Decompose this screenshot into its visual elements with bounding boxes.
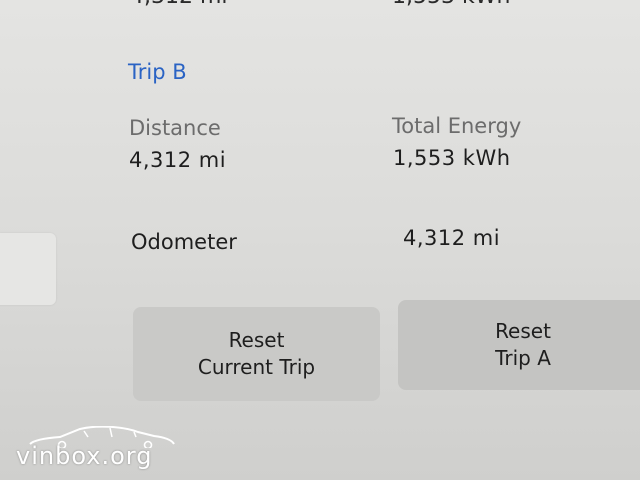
total-energy-value: 1,553 kWh (393, 146, 511, 170)
distance-value: 4,312 mi (129, 148, 227, 172)
previous-energy-value: 1,553 kWh (392, 0, 510, 9)
side-panel (0, 233, 56, 305)
previous-distance-value: 4,312 mi (130, 0, 228, 9)
reset-trip-a-label-line1: Reset (495, 319, 551, 343)
total-energy-label: Total Energy (392, 114, 522, 138)
odometer-value: 4,312 mi (403, 226, 501, 250)
reset-trip-a-label-line2: Trip A (495, 346, 551, 370)
odometer-label: Odometer (131, 230, 237, 254)
trip-b-title: Trip B (128, 60, 187, 84)
reset-current-trip-button[interactable]: Reset Current Trip (133, 307, 380, 401)
reset-trip-a-button[interactable]: Reset Trip A (398, 300, 640, 390)
distance-label: Distance (129, 116, 221, 140)
reset-current-trip-label-line2: Current Trip (197, 355, 316, 379)
watermark: vinbox.org (16, 426, 175, 474)
trip-screen: 4,312 mi 1,553 kWh Trip B Distance 4,312… (0, 0, 640, 480)
reset-current-trip-label-line1: Reset (228, 328, 285, 352)
watermark-text: vinbox.org (16, 442, 153, 470)
